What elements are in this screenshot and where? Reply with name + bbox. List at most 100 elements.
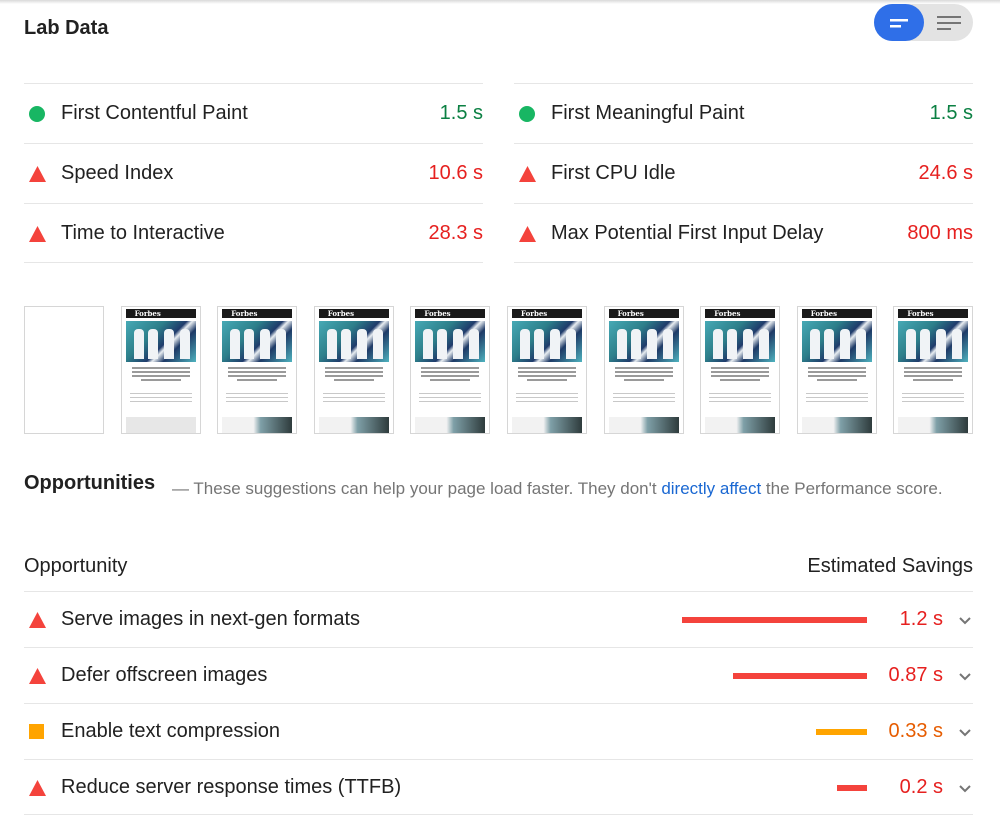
metric-label: Speed Index — [61, 162, 174, 184]
thumbnail-headline-line — [421, 375, 480, 377]
metrics-column-left: First Contentful Paint 1.5 s Speed Index 10… — [24, 83, 483, 263]
thumbnail-headline-line — [430, 379, 471, 381]
metric-value: 1.5 s — [929, 102, 973, 124]
thumbnail-image — [318, 321, 389, 362]
thumbnail-headline-line — [131, 375, 190, 377]
thumbnail-headline-line — [816, 379, 857, 381]
thumbnail-body-line — [902, 401, 965, 402]
chevron-down-icon[interactable] — [957, 668, 973, 684]
thumbnail-body-line — [419, 401, 482, 402]
thumbnail-logo-text: Forbes — [810, 309, 838, 318]
thumbnail-image — [222, 321, 293, 362]
thumbnail-headline-line — [333, 379, 374, 381]
thumbnail-header: Forbes — [125, 309, 196, 318]
opportunity-label: Defer offscreen images — [61, 664, 268, 686]
opportunities-description-tail: the Performance score. — [761, 479, 943, 498]
thumbnail-logo-text: Forbes — [617, 309, 644, 318]
thumbnail-headline-line — [421, 371, 480, 373]
thumbnail-logo-text: Forbes — [231, 309, 258, 318]
thumbnail-image — [898, 321, 969, 362]
filmstrip-frame: Forbes — [313, 306, 394, 434]
thumbnail-bottom-block — [222, 417, 293, 433]
savings-bar-track — [664, 729, 867, 735]
directly-affect-link[interactable]: directly affect — [661, 479, 761, 498]
opportunity-row[interactable]: Reduce server response times (TTFB) 0.2 s — [24, 759, 973, 815]
opportunities-list: Serve images in next-gen formats 1.2 s Def… — [24, 591, 973, 815]
thumbnail-headline-line — [421, 367, 480, 369]
pass-circle-icon — [29, 106, 46, 122]
view-toggle[interactable] — [874, 4, 973, 41]
top-edge-shadow — [0, 0, 1000, 4]
thumbnail-bottom-block — [318, 417, 389, 433]
thumbnail-image — [415, 321, 486, 362]
metric-label: First Meaningful Paint — [551, 102, 745, 124]
filmstrip-frame: Forbes — [796, 306, 877, 434]
savings-value: 0.87 s — [888, 664, 943, 686]
list-view-icon — [937, 16, 961, 30]
thumbnail-headline-line — [807, 375, 866, 377]
thumbnail-body-line — [322, 393, 385, 394]
thumbnail-bottom-block — [125, 417, 196, 433]
metric-label: Max Potential First Input Delay — [551, 222, 824, 244]
thumbnail-body-line — [419, 393, 482, 394]
thumbnail-headline-line — [711, 367, 770, 369]
chevron-down-icon[interactable] — [957, 612, 973, 628]
thumbnail-headline-line — [913, 379, 954, 381]
thumbnail-headline-line — [711, 375, 770, 377]
thumbnail-headline-line — [324, 367, 383, 369]
opportunity-row[interactable]: Serve images in next-gen formats 1.2 s — [24, 591, 973, 647]
filmstrip: Forbes Forbes Forbes Forbes Forbes Forbes Forb… — [24, 306, 974, 434]
metric-value: 1.5 s — [439, 102, 483, 124]
thumbnail-body-line — [322, 401, 385, 402]
thumbnail-logo-text: Forbes — [327, 309, 355, 318]
savings-bar — [733, 673, 867, 679]
thumbnail-headline-line — [807, 371, 866, 373]
fail-triangle-icon — [519, 166, 536, 182]
opportunity-row[interactable]: Defer offscreen images 0.87 s — [24, 647, 973, 703]
thumbnail-body-line — [709, 401, 772, 402]
thumbnail-bottom-block — [512, 417, 582, 433]
thumbnail-headline-line — [623, 379, 664, 381]
thumbnail-logo-text: Forbes — [907, 309, 934, 318]
thumbnail-logo-text: Forbes — [521, 309, 548, 318]
thumbnail-headline-line — [228, 371, 287, 373]
opportunity-row[interactable]: Enable text compression 0.33 s — [24, 703, 973, 759]
thumbnail-headline-line — [904, 371, 963, 373]
thumbnail-header: Forbes — [512, 309, 582, 318]
chevron-down-icon[interactable] — [957, 724, 973, 740]
filmstrip-frame: Forbes — [893, 306, 974, 434]
fail-triangle-icon — [519, 226, 536, 242]
thumbnail-headline-line — [904, 375, 963, 377]
opportunities-description-text: — These suggestions can help your page l… — [172, 479, 662, 498]
savings-bar — [682, 617, 867, 623]
thumbnail-headline-line — [228, 367, 287, 369]
savings-bar-track — [664, 673, 867, 679]
metric-row: First Contentful Paint 1.5 s — [24, 83, 483, 143]
filmstrip-frame: Forbes — [507, 306, 587, 434]
thumbnail-body-line — [322, 397, 385, 398]
thumbnail-image — [512, 321, 582, 362]
chevron-down-icon[interactable] — [957, 780, 973, 796]
thumbnail-body-line — [709, 397, 772, 398]
thumbnail-image — [608, 321, 679, 362]
thumbnail-headline-line — [518, 375, 576, 377]
fail-triangle-icon — [29, 668, 46, 684]
filmstrip-frame: Forbes — [603, 306, 684, 434]
fail-triangle-icon — [29, 166, 46, 182]
thumbnail-headline-line — [140, 379, 181, 381]
savings-bar — [836, 785, 867, 791]
opportunity-view-button[interactable] — [874, 4, 924, 41]
thumbnail-headline-line — [614, 375, 673, 377]
section-title: Lab Data — [24, 17, 109, 39]
thumbnail-body-line — [129, 401, 192, 402]
thumbnail-bottom-block — [705, 417, 776, 433]
column-header-opportunity: Opportunity — [24, 555, 128, 577]
thumbnail-body-line — [902, 393, 965, 394]
thumbnail-header: Forbes — [898, 309, 969, 318]
metric-row: Time to Interactive 28.3 s — [24, 203, 483, 263]
thumbnail-headline-line — [614, 371, 673, 373]
thumbnail-headline-line — [614, 367, 673, 369]
thumbnail-header: Forbes — [318, 309, 389, 318]
list-view-button[interactable] — [923, 4, 973, 41]
thumbnail-headline-line — [527, 379, 567, 381]
